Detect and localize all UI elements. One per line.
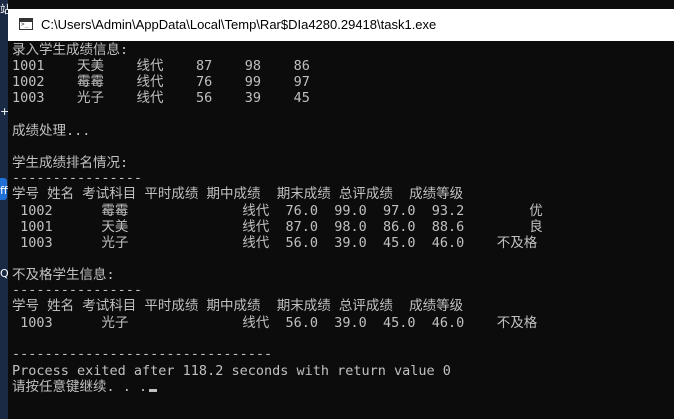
console-prompt-text: 请按任意键继续. . . xyxy=(12,379,148,395)
console-line: 学号 姓名 考试科目 平时成绩 期中成绩 期末成绩 总评成绩 成绩等级 xyxy=(12,298,464,314)
console-prompt-line: 请按任意键继续. . . xyxy=(12,378,158,396)
desktop-background-strip xyxy=(0,0,8,419)
console-line: 成绩处理... xyxy=(12,123,91,139)
console-line: 学号 姓名 考试科目 平时成绩 期中成绩 期末成绩 总评成绩 成绩等级 xyxy=(12,186,464,202)
window-titlebar[interactable]: C:\Users\Admin\AppData\Local\Temp\Rar$DI… xyxy=(8,9,674,41)
console-app-icon[interactable] xyxy=(19,18,33,30)
window-title: C:\Users\Admin\AppData\Local\Temp\Rar$DI… xyxy=(41,17,437,32)
text-cursor xyxy=(149,389,158,392)
console-output[interactable]: 录入学生成绩信息: 1001 天美 线代 87 98 86 1002 霉霉 线代… xyxy=(8,41,674,419)
console-line: 1003 光子 线代 56.0 39.0 45.0 46.0 不及格 xyxy=(12,235,538,251)
console-window[interactable]: C:\Users\Admin\AppData\Local\Temp\Rar$DI… xyxy=(8,0,674,419)
console-line: 1003 光子 线代 56 39 45 xyxy=(12,90,310,106)
console-line: -------------------------------- xyxy=(12,346,273,362)
console-line: 1003 光子 线代 56.0 39.0 45.0 46.0 不及格 xyxy=(12,315,538,331)
